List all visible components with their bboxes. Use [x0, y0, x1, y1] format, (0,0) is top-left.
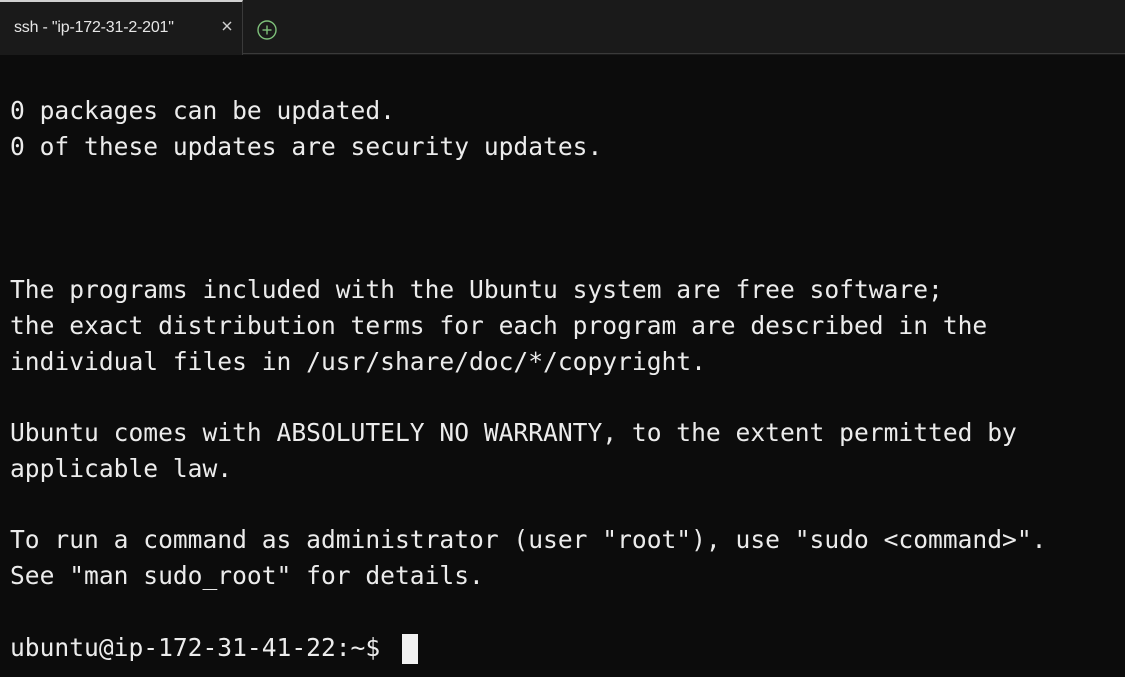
terminal-line: To run a command as administrator (user … [10, 525, 1047, 554]
terminal-line: 0 packages can be updated. [10, 96, 395, 125]
text-cursor [402, 634, 418, 664]
terminal-line: individual files in /usr/share/doc/*/cop… [10, 347, 706, 376]
terminal-line: See "man sudo_root" for details. [10, 561, 484, 590]
terminal-line: The programs included with the Ubuntu sy… [10, 275, 943, 304]
terminal-output[interactable]: 0 packages can be updated. 0 of these up… [0, 55, 1125, 677]
tab-title: ssh - "ip-172-31-2-201" [14, 19, 174, 36]
close-icon[interactable] [219, 18, 235, 34]
shell-prompt: ubuntu@ip-172-31-41-22:~$ [10, 633, 381, 662]
tab-ssh[interactable]: ssh - "ip-172-31-2-201" [0, 0, 243, 55]
plus-circle-icon[interactable] [256, 19, 278, 41]
terminal-line: Ubuntu comes with ABSOLUTELY NO WARRANTY… [10, 418, 1017, 447]
tab-bar: ssh - "ip-172-31-2-201" [0, 0, 1125, 55]
terminal-line: 0 of these updates are security updates. [10, 132, 603, 161]
terminal-line: applicable law. [10, 454, 233, 483]
terminal-line: the exact distribution terms for each pr… [10, 311, 988, 340]
